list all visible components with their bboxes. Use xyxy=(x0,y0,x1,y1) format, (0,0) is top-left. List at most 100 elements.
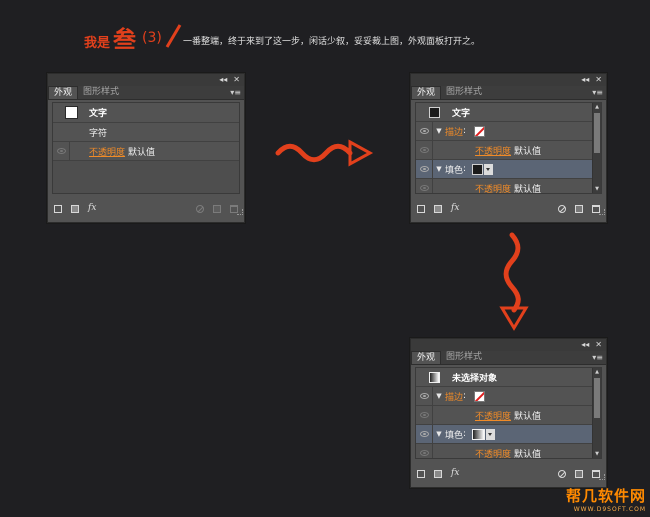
opacity-link[interactable]: 不透明度 xyxy=(475,182,511,194)
appearance-header-row[interactable]: 文字 xyxy=(416,103,601,122)
scroll-thumb[interactable] xyxy=(594,378,600,418)
tab-graphic-styles[interactable]: 图形样式 xyxy=(441,86,487,99)
fx-icon[interactable]: fx xyxy=(451,204,459,213)
step-prefix: 我是 xyxy=(84,36,111,51)
clear-appearance-icon[interactable] xyxy=(196,204,204,213)
fill-row[interactable]: ▼ 填色 : xyxy=(416,159,601,179)
resize-handle-icon[interactable] xyxy=(599,209,605,215)
visibility-toggle[interactable] xyxy=(53,141,70,161)
collapse-icon[interactable]: ◂◂ xyxy=(219,76,227,84)
scrollbar[interactable]: ▲ ▼ xyxy=(592,368,601,458)
expand-triangle-icon[interactable]: ▼ xyxy=(433,392,445,400)
tab-appearance[interactable]: 外观 xyxy=(411,86,442,99)
stroke-opacity-row[interactable]: 不透明度 默认值 xyxy=(416,405,601,425)
stroke-none-swatch[interactable] xyxy=(474,125,486,137)
duplicate-item-icon[interactable] xyxy=(575,204,583,213)
characters-row[interactable]: 字符 xyxy=(53,123,239,142)
visibility-toggle[interactable] xyxy=(416,178,433,193)
stroke-opacity-row[interactable]: 不透明度 默认值 xyxy=(416,140,601,160)
close-icon[interactable]: ✕ xyxy=(595,76,602,84)
scroll-up-icon[interactable]: ▲ xyxy=(594,369,600,375)
expand-triangle-icon[interactable]: ▼ xyxy=(433,165,445,173)
fill-swatch[interactable] xyxy=(472,163,484,175)
visibility-toggle[interactable] xyxy=(416,443,433,458)
stroke-none-swatch[interactable] xyxy=(474,390,486,402)
object-type-label: 文字 xyxy=(452,108,471,119)
tab-graphic-styles[interactable]: 图形样式 xyxy=(441,351,487,364)
panel-footer: fx xyxy=(411,201,606,216)
stroke-row[interactable]: ▼ 描边 : xyxy=(416,121,601,141)
visibility-toggle[interactable] xyxy=(416,121,433,141)
watermark-name: 帮几软件网 xyxy=(565,487,646,505)
add-stroke-icon[interactable] xyxy=(417,204,425,213)
opacity-value: 默认值 xyxy=(514,146,542,157)
add-stroke-icon[interactable] xyxy=(54,204,62,213)
collapse-icon[interactable]: ◂◂ xyxy=(581,341,589,349)
panel-footer: fx xyxy=(411,466,606,481)
resize-handle-icon[interactable] xyxy=(599,474,605,480)
visibility-toggle[interactable] xyxy=(416,405,433,425)
object-thumbnail xyxy=(64,106,78,119)
close-icon[interactable]: ✕ xyxy=(595,341,602,349)
panel-tabs: 外观 图形样式 ▾≡ xyxy=(411,351,606,365)
scroll-up-icon[interactable]: ▲ xyxy=(594,104,600,110)
tab-appearance[interactable]: 外观 xyxy=(411,351,442,364)
scrollbar[interactable]: ▲ ▼ xyxy=(592,103,601,193)
appearance-header-row[interactable]: 未选择对象 xyxy=(416,368,601,387)
duplicate-item-icon[interactable] xyxy=(575,469,583,478)
clear-appearance-icon[interactable] xyxy=(558,469,566,478)
scroll-down-icon[interactable]: ▼ xyxy=(594,186,600,192)
panel-menu-icon[interactable]: ▾≡ xyxy=(592,353,603,362)
close-icon[interactable]: ✕ xyxy=(233,76,240,84)
fill-opacity-row[interactable]: 不透明度 默认值 xyxy=(416,178,601,194)
arrow-down-icon xyxy=(499,232,529,331)
opacity-link[interactable]: 不透明度 xyxy=(475,447,511,459)
add-fill-icon[interactable] xyxy=(434,204,442,213)
duplicate-item-icon[interactable] xyxy=(213,204,221,213)
visibility-toggle[interactable] xyxy=(416,140,433,160)
appearance-list: 文字 ▼ 描边 : 不透明度 默认值 ▼ 填色 : 不透明度 默认值 ▲ ▼ xyxy=(415,102,602,194)
panel-menu-icon[interactable]: ▾≡ xyxy=(230,88,241,97)
add-fill-icon[interactable] xyxy=(71,204,79,213)
clear-appearance-icon[interactable] xyxy=(558,204,566,213)
visibility-toggle[interactable] xyxy=(416,424,433,444)
panel-titlebar: ◂◂ ✕ xyxy=(411,74,606,86)
fx-icon[interactable]: fx xyxy=(88,204,96,213)
add-stroke-icon[interactable] xyxy=(417,469,425,478)
panel-menu-icon[interactable]: ▾≡ xyxy=(592,88,603,97)
fill-dropdown-icon[interactable] xyxy=(484,163,494,175)
collapse-icon[interactable]: ◂◂ xyxy=(581,76,589,84)
opacity-value: 默认值 xyxy=(514,411,542,422)
fill-label: 填色 xyxy=(445,165,464,176)
stroke-label[interactable]: 描边 xyxy=(445,390,463,403)
fill-label: 填色 xyxy=(445,430,464,441)
opacity-link[interactable]: 不透明度 xyxy=(89,145,125,158)
characters-label: 字符 xyxy=(89,128,108,139)
visibility-toggle[interactable] xyxy=(416,159,433,179)
visibility-toggle[interactable] xyxy=(416,386,433,406)
stroke-label[interactable]: 描边 xyxy=(445,125,463,138)
opacity-value: 默认值 xyxy=(128,147,156,158)
tab-appearance[interactable]: 外观 xyxy=(48,86,79,99)
fill-gradient-swatch[interactable] xyxy=(472,428,486,440)
fill-row[interactable]: ▼ 填色 : xyxy=(416,424,601,444)
fx-icon[interactable]: fx xyxy=(451,469,459,478)
swatch-cell xyxy=(53,106,89,119)
opacity-link[interactable]: 不透明度 xyxy=(475,144,511,157)
stroke-row[interactable]: ▼ 描边 : xyxy=(416,386,601,406)
scroll-down-icon[interactable]: ▼ xyxy=(594,451,600,457)
appearance-header-row[interactable]: 文字 xyxy=(53,103,239,123)
fill-opacity-row[interactable]: 不透明度 默认值 xyxy=(416,443,601,459)
eye-icon xyxy=(419,412,429,418)
scroll-thumb[interactable] xyxy=(594,113,600,153)
expand-triangle-icon[interactable]: ▼ xyxy=(433,430,445,438)
appearance-panel-none-selected: ◂◂ ✕ 外观 图形样式 ▾≡ 未选择对象 ▼ 描边 : 不透明度 默认值 ▼ … xyxy=(410,338,607,488)
swatch-cell xyxy=(416,371,452,383)
expand-triangle-icon[interactable]: ▼ xyxy=(433,127,445,135)
opacity-row[interactable]: 不透明度 默认值 xyxy=(53,141,239,161)
opacity-link[interactable]: 不透明度 xyxy=(475,409,511,422)
fill-dropdown-icon[interactable] xyxy=(486,428,496,440)
resize-handle-icon[interactable] xyxy=(237,209,243,215)
add-fill-icon[interactable] xyxy=(434,469,442,478)
tab-graphic-styles[interactable]: 图形样式 xyxy=(78,86,124,99)
